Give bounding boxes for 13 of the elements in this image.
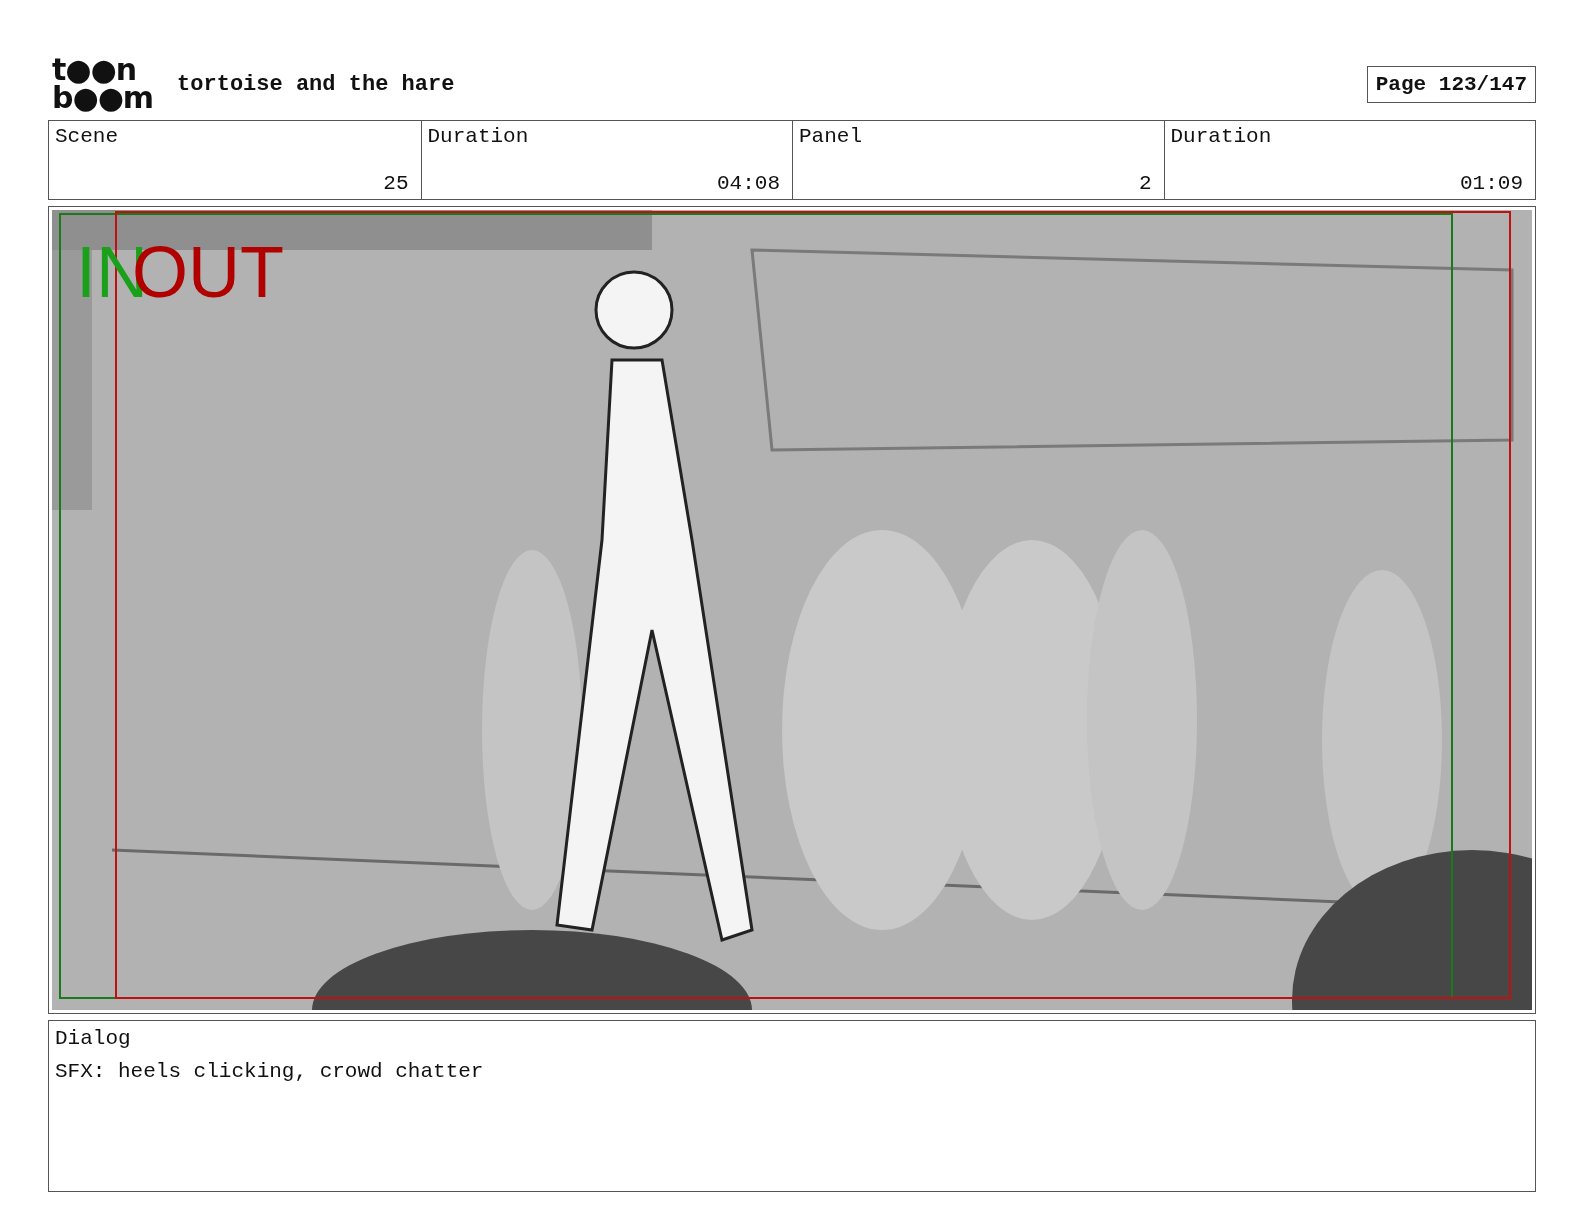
field-value: 01:09 (1460, 172, 1523, 195)
field-label: Duration (1170, 125, 1273, 148)
field-value: 04:08 (717, 172, 780, 195)
page-number: Page 123/147 (1366, 65, 1536, 103)
storyboard-title: tortoise and the hare (177, 71, 456, 97)
dialog-text: SFX: heels clicking, crowd chatter (55, 1060, 485, 1083)
field-value: 2 (1138, 172, 1152, 195)
dialog-label: Dialog (55, 1027, 132, 1050)
field-label: Duration (427, 125, 530, 148)
field-label: Scene (55, 125, 119, 148)
field-label: Panel (799, 125, 863, 148)
logo: t●●n b●●m (52, 56, 154, 112)
field-value: 25 (383, 172, 409, 195)
